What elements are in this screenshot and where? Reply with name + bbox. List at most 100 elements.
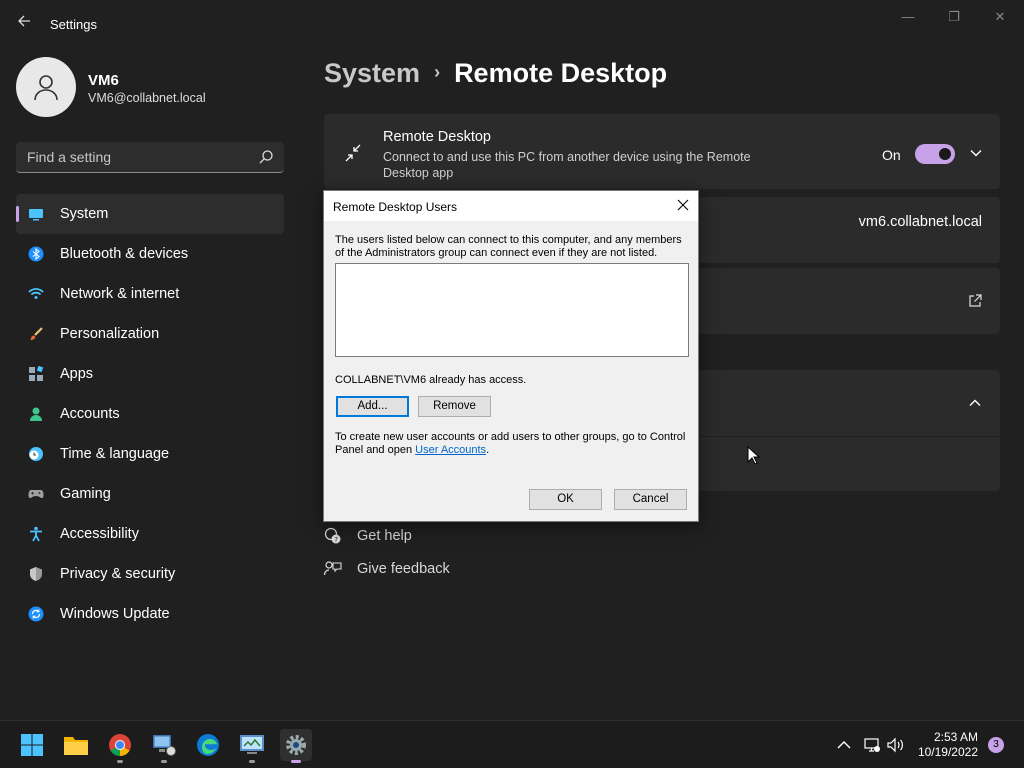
breadcrumb: System › Remote Desktop [324, 58, 667, 89]
sidebar-item-label: Accessibility [60, 526, 139, 542]
sidebar-item-bluetooth[interactable]: Bluetooth & devices [16, 234, 284, 274]
search-input[interactable]: Find a setting [16, 142, 284, 173]
volume-icon[interactable] [886, 735, 906, 755]
sidebar-item-accessibility[interactable]: Accessibility [16, 514, 284, 554]
users-listbox[interactable] [335, 263, 689, 357]
sidebar-item-label: System [60, 206, 109, 222]
ok-button[interactable]: OK [529, 489, 602, 510]
user-icon [34, 75, 58, 101]
taskbar: 2:53 AM 10/19/2022 3 [0, 720, 1024, 768]
show-hidden-icons-icon[interactable] [834, 735, 854, 755]
dialog-title: Remote Desktop Users [333, 200, 458, 214]
back-button[interactable] [14, 14, 34, 34]
taskbar-file-explorer[interactable] [60, 729, 92, 761]
sidebar-nav: System Bluetooth & devices Network & int… [16, 194, 284, 634]
open-external-icon [969, 294, 982, 307]
pc-name-value: vm6.collabnet.local [858, 214, 982, 230]
sidebar-item-apps[interactable]: Apps [16, 354, 284, 394]
user-email: VM6@collabnet.local [88, 91, 206, 105]
maximize-button[interactable]: ❐ [938, 6, 970, 28]
sidebar-item-network[interactable]: Network & internet [16, 274, 284, 314]
user-accounts-link[interactable]: User Accounts [415, 444, 486, 456]
cancel-button[interactable]: Cancel [614, 489, 687, 510]
footer-text: To create new user accounts or add users… [335, 431, 686, 456]
remote-desktop-icon [345, 144, 361, 162]
notification-badge[interactable]: 3 [988, 737, 1004, 753]
svg-text:?: ? [334, 536, 338, 544]
dialog-intro-text: The users listed below can connect to th… [335, 234, 682, 259]
toggle-state-label: On [882, 147, 901, 163]
remote-desktop-card[interactable]: Remote Desktop Connect to and use this P… [324, 114, 1000, 189]
avatar[interactable] [16, 57, 76, 117]
file-explorer-icon [64, 737, 88, 755]
chevron-down-icon[interactable] [969, 146, 983, 160]
toggle-knob [939, 148, 951, 160]
sidebar-item-label: Apps [60, 366, 94, 382]
dialog-title-bar: Remote Desktop Users [324, 191, 698, 221]
search-placeholder: Find a setting [27, 149, 112, 165]
start-button[interactable] [16, 729, 48, 761]
remote-desktop-title: Remote Desktop [383, 129, 491, 145]
give-feedback-label: Give feedback [357, 561, 450, 577]
update-icon [28, 606, 44, 622]
sidebar-item-label: Network & internet [60, 286, 180, 302]
sidebar-item-label: Gaming [60, 486, 111, 502]
dialog-footer-text: To create new user accounts or add users… [335, 431, 687, 457]
system-icon [29, 209, 43, 221]
edge-icon [197, 734, 219, 756]
sidebar-item-windows-update[interactable]: Windows Update [16, 594, 284, 634]
bluetooth-icon [28, 246, 44, 262]
settings-icon [286, 735, 306, 755]
page-title: Remote Desktop [454, 58, 668, 88]
feedback-icon [324, 561, 342, 576]
clock-time: 2:53 AM [933, 730, 978, 744]
system-clock[interactable]: 2:53 AM 10/19/2022 [918, 730, 978, 760]
remote-desktop-toggle[interactable] [915, 144, 955, 164]
sidebar-item-time-language[interactable]: Time & language [16, 434, 284, 474]
gamepad-icon [28, 490, 44, 498]
mouse-cursor-icon [747, 446, 761, 465]
network-icon[interactable] [862, 735, 882, 755]
remote-desktop-users-dialog: Remote Desktop Users The users listed be… [323, 190, 699, 522]
running-indicator [117, 760, 123, 763]
close-button[interactable]: ✕ [984, 6, 1016, 28]
user-name: VM6 [88, 72, 119, 89]
app-title: Settings [50, 17, 97, 32]
help-icon: ? [324, 527, 341, 544]
sidebar-item-label: Privacy & security [60, 566, 176, 582]
give-feedback-link[interactable]: Give feedback [324, 560, 450, 578]
taskbar-edge[interactable] [192, 729, 224, 761]
breadcrumb-parent[interactable]: System [324, 58, 420, 88]
taskbar-control-panel[interactable] [236, 729, 268, 763]
sidebar-item-label: Windows Update [60, 606, 170, 622]
start-icon [21, 734, 43, 756]
title-bar: Settings — ❐ ✕ [0, 0, 1024, 48]
chrome-icon [109, 734, 131, 756]
dialog-close-icon[interactable] [674, 196, 692, 214]
sidebar-item-privacy[interactable]: Privacy & security [16, 554, 284, 594]
active-indicator [291, 760, 301, 763]
sidebar-item-system[interactable]: System [16, 194, 284, 234]
access-note: COLLABNET\VM6 already has access. [335, 374, 527, 386]
shield-icon [30, 567, 42, 581]
taskbar-settings[interactable] [280, 729, 312, 763]
clock-date: 10/19/2022 [917, 745, 978, 759]
apps-icon [29, 366, 44, 381]
sidebar-item-gaming[interactable]: Gaming [16, 474, 284, 514]
sidebar-item-personalization[interactable]: Personalization [16, 314, 284, 354]
taskbar-chrome[interactable] [104, 729, 136, 763]
sidebar-item-label: Bluetooth & devices [60, 246, 189, 262]
get-help-link[interactable]: ? Get help [324, 527, 412, 545]
minimize-button[interactable]: — [892, 6, 924, 28]
remove-button[interactable]: Remove [418, 396, 491, 417]
add-button[interactable]: Add... [336, 396, 409, 417]
breadcrumb-separator: › [434, 62, 441, 82]
sidebar-item-accounts[interactable]: Accounts [16, 394, 284, 434]
back-arrow-icon [18, 15, 30, 27]
footer-end: . [486, 444, 490, 456]
person-icon [30, 407, 42, 421]
taskbar-remote-desktop[interactable] [148, 729, 180, 763]
clock-globe-icon [29, 447, 43, 461]
chevron-up-icon[interactable] [968, 396, 982, 410]
remote-desktop-description: Connect to and use this PC from another … [383, 150, 751, 180]
